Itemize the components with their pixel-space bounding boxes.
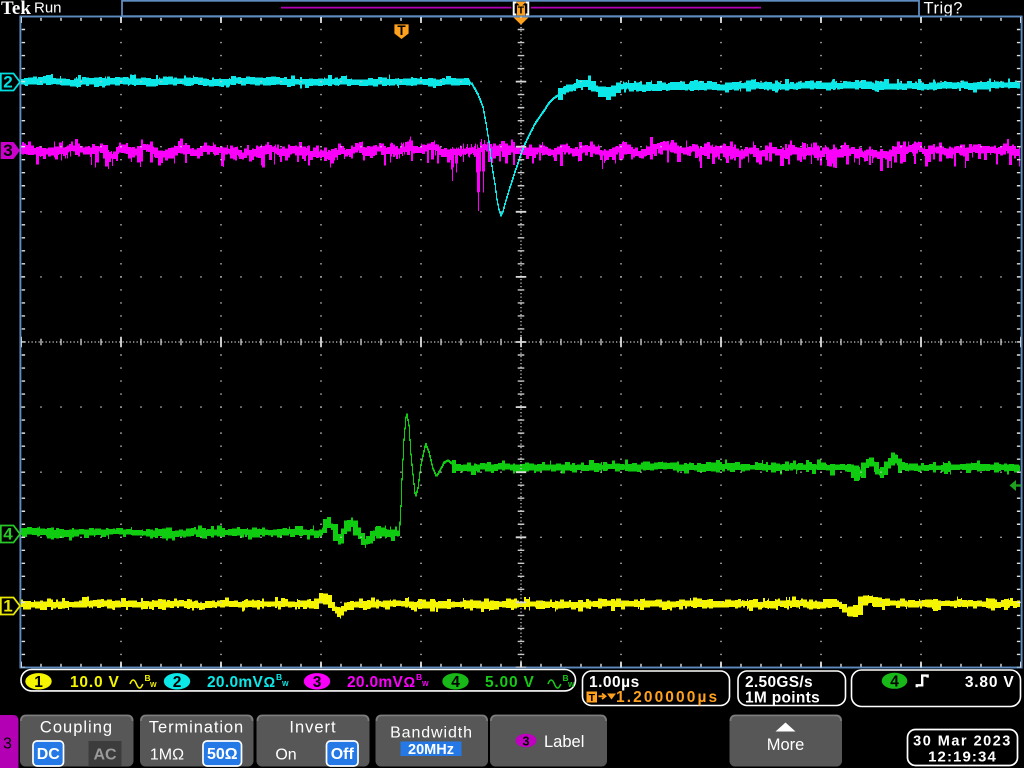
svg-text:W: W xyxy=(282,681,289,688)
svg-text:50Ω: 50Ω xyxy=(207,746,238,763)
svg-text:4: 4 xyxy=(451,674,460,691)
svg-text:AC: AC xyxy=(93,747,117,764)
svg-text:3.80 V: 3.80 V xyxy=(965,674,1015,691)
svg-text:2.50GS/s: 2.50GS/s xyxy=(745,674,813,691)
svg-text:Coupling: Coupling xyxy=(40,719,113,737)
svg-text:3: 3 xyxy=(523,735,530,749)
svg-text:Termination: Termination xyxy=(149,719,244,737)
svg-text:1M points: 1M points xyxy=(745,690,820,707)
svg-text:20.0mV: 20.0mV xyxy=(207,674,263,691)
svg-text:W: W xyxy=(150,682,157,689)
svg-text:Ω: Ω xyxy=(264,675,276,691)
svg-text:30 Mar 2023: 30 Mar 2023 xyxy=(913,734,1012,750)
svg-text:4: 4 xyxy=(890,673,899,690)
svg-text:T: T xyxy=(518,5,525,17)
svg-text:1.200000µs: 1.200000µs xyxy=(616,689,719,706)
svg-text:12:19:34: 12:19:34 xyxy=(928,748,997,765)
svg-text:10.0 V: 10.0 V xyxy=(70,674,120,691)
svg-text:Trig?: Trig? xyxy=(924,0,963,18)
svg-text:Invert: Invert xyxy=(289,719,336,737)
svg-text:4: 4 xyxy=(3,525,13,544)
svg-text:DC: DC xyxy=(37,746,61,763)
svg-text:2: 2 xyxy=(173,674,182,691)
svg-text:20.0mV: 20.0mV xyxy=(347,674,403,691)
svg-text:W: W xyxy=(568,682,575,689)
svg-text:Label: Label xyxy=(544,733,584,751)
svg-text:1: 1 xyxy=(3,597,12,616)
svg-text:3: 3 xyxy=(313,674,322,691)
svg-text:20MHz: 20MHz xyxy=(408,742,454,758)
svg-text:Run: Run xyxy=(34,0,62,17)
svg-text:More: More xyxy=(767,736,805,754)
svg-text:T: T xyxy=(397,23,406,38)
svg-text:On: On xyxy=(275,747,296,764)
svg-text:Bandwidth: Bandwidth xyxy=(390,725,473,742)
svg-text:3: 3 xyxy=(3,141,12,160)
svg-text:Ω: Ω xyxy=(404,675,416,691)
svg-text:Off: Off xyxy=(331,746,355,763)
svg-text:3: 3 xyxy=(3,736,12,753)
svg-text:1MΩ: 1MΩ xyxy=(150,747,184,764)
svg-text:2: 2 xyxy=(3,73,12,92)
svg-text:T: T xyxy=(589,692,596,704)
svg-text:5.00 V: 5.00 V xyxy=(485,674,535,691)
svg-text:1: 1 xyxy=(34,674,43,691)
svg-text:W: W xyxy=(422,681,429,688)
